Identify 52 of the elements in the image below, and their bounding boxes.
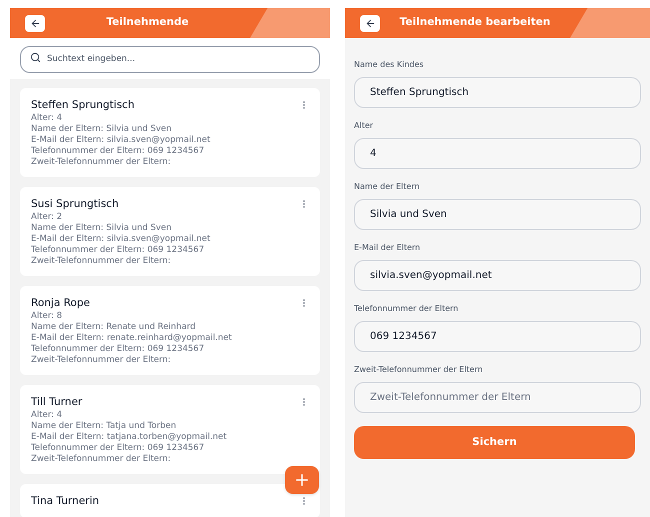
participant-detail: Zweit-Telefonnummer der Eltern:	[31, 256, 172, 266]
participant-name: Till Turner	[31, 394, 84, 410]
field-label: Name des Kindes	[354, 59, 425, 71]
screen-title: Teilnehmende	[106, 15, 189, 30]
plus-icon	[293, 471, 311, 489]
participant-detail: Alter: 2	[31, 212, 64, 222]
participant-detail: Name der Eltern: Tatja und Torben	[31, 420, 178, 432]
participant-detail: E-Mail der Eltern: silvia.sven@yopmail.net	[31, 234, 212, 244]
field-label: E-Mail der Eltern	[354, 242, 422, 254]
participant-name: Steffen Sprungtisch	[31, 98, 136, 112]
back-icon	[30, 18, 40, 28]
participant-detail: Alter: 4	[31, 410, 64, 420]
back-button[interactable]	[360, 14, 380, 32]
participant-detail: Zweit-Telefonnummer der Eltern:	[31, 354, 172, 366]
input-field[interactable]: Zweit-Telefonnummer der Eltern	[354, 382, 641, 413]
participant-detail: Name der Eltern: Renate und Reinhard	[31, 322, 197, 332]
participant-detail: Telefonnummer der Eltern: 069 1234567	[31, 442, 206, 454]
participant-name: Susi Sprungtisch	[31, 196, 120, 212]
participant-name: Tina Turnerin	[31, 494, 100, 508]
back-button[interactable]	[25, 14, 45, 32]
participant-detail: Alter: 4	[31, 112, 64, 124]
participant-detail: E-Mail der Eltern: renate.reinhard@yopmail.net	[31, 332, 233, 344]
participant-detail: Telefonnummer der Eltern: 069 1234567	[31, 344, 206, 354]
participant-detail: Name der Eltern: Silvia und Sven	[31, 124, 173, 134]
search-field[interactable]: Suchtext eingeben...	[20, 46, 320, 72]
participant-detail: Telefonnummer der Eltern: 069 1234567	[31, 244, 206, 256]
add-button[interactable]	[285, 466, 319, 494]
back-icon	[364, 18, 376, 28]
participant-card[interactable]: Steffen Sprungtisch Alter: 4 Name der Eltern: Silvia und Sven E-Mail der Eltern: silvia.sven@yopmail.net Telefonnummer der Eltern: 069 1234567 Zweit-Telefonnummer der Eltern:	[20, 88, 320, 176]
input-field[interactable]: silvia.sven@yopmail.net	[354, 260, 641, 291]
participant-detail: Zweit-Telefonnummer der Eltern:	[31, 454, 172, 464]
participant-detail: E-Mail der Eltern: tatjana.torben@yopmail.net	[31, 432, 228, 442]
participant-detail: Telefonnummer der Eltern: 069 1234567	[31, 146, 206, 156]
field-label: Alter	[354, 120, 374, 132]
participant-card[interactable]: Ronja Rope Alter: 8 Name der Eltern: Renate und Reinhard E-Mail der Eltern: renate.reinhard@yopmail.net Telefonnummer der Eltern: 069 1234567 Zweit-Telefonnummer der Eltern:	[20, 286, 320, 374]
input-field[interactable]: Steffen Sprungtisch	[354, 77, 641, 108]
screen-title: Teilnehmende bearbeiten	[400, 15, 550, 30]
participant-name: Ronja Rope	[31, 296, 91, 310]
search-icon	[30, 52, 41, 63]
participant-card[interactable]: Till Turner Alter: 4 Name der Eltern: Tatja und Torben E-Mail der Eltern: tatjana.torben@yopmail.net Telefonnummer der Eltern: 069 1234567 Zweit-Telefonnummer der Eltern:	[20, 384, 320, 474]
participant-detail: Name der Eltern: Silvia und Sven	[31, 222, 173, 234]
field-label: Telefonnummer der Eltern	[354, 303, 460, 315]
input-field[interactable]: 069 1234567	[354, 321, 641, 352]
participant-card[interactable]: Susi Sprungtisch Alter: 2 Name der Eltern: Silvia und Sven E-Mail der Eltern: silvia.sven@yopmail.net Telefonnummer der Eltern: 069 1234567 Zweit-Telefonnummer der Eltern:	[20, 186, 320, 276]
input-field[interactable]: 4	[354, 138, 641, 169]
participant-detail: Zweit-Telefonnummer der Eltern:	[31, 156, 172, 168]
participant-detail: Alter: 8	[31, 310, 64, 322]
field-label: Name der Eltern	[354, 181, 421, 193]
participant-detail: E-Mail der Eltern: silvia.sven@yopmail.net	[31, 134, 212, 146]
participant-card[interactable]: Tina Turnerin	[20, 484, 320, 517]
input-field[interactable]: Silvia und Sven	[354, 199, 641, 230]
field-label: Zweit-Telefonnummer der Eltern	[354, 364, 484, 376]
